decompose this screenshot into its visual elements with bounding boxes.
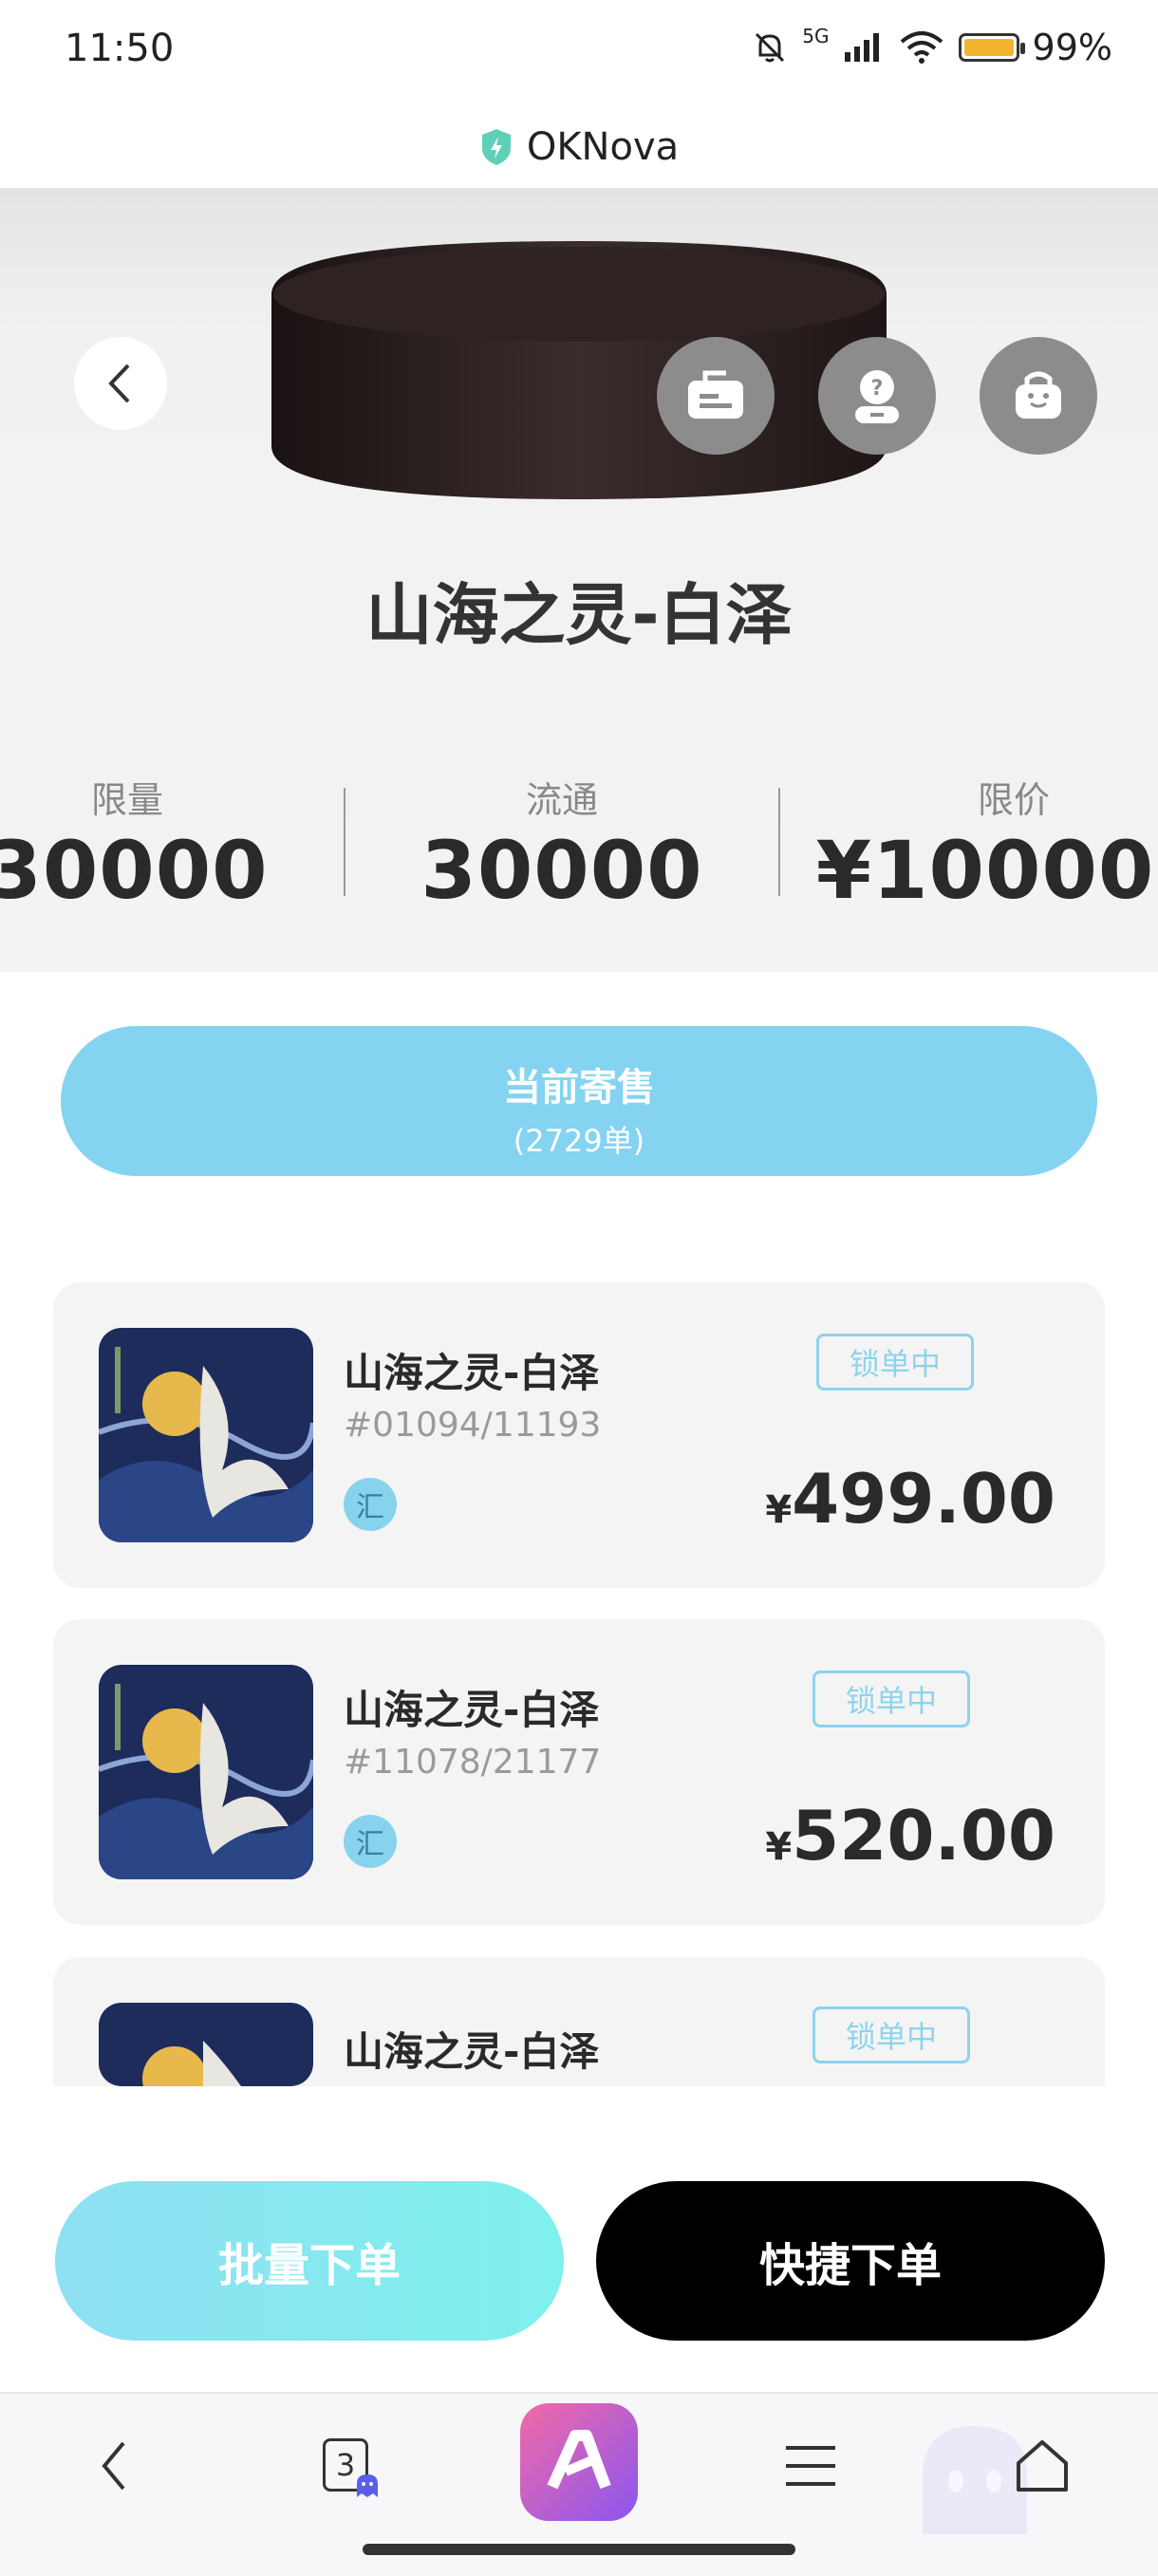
tabs-icon: 3 — [319, 2436, 378, 2497]
network-type: 5G — [802, 25, 830, 47]
product-title: 山海之灵-白泽 — [365, 576, 793, 654]
stat-divider — [778, 788, 780, 896]
browser-back-button[interactable] — [57, 2418, 171, 2513]
shopping-bag-icon — [1016, 371, 1061, 419]
hui-badge: 汇 — [344, 1815, 397, 1868]
home-indicator[interactable] — [363, 2544, 795, 2555]
home-icon — [1017, 2440, 1068, 2492]
current-consignment-tab[interactable]: 当前寄售 (2729单) — [61, 1026, 1097, 1176]
menu-button[interactable] — [754, 2418, 868, 2513]
order-button[interactable] — [657, 337, 775, 455]
product-thumbnail — [99, 2003, 313, 2086]
home-button[interactable] — [985, 2418, 1099, 2513]
chevron-left-icon — [102, 2441, 125, 2491]
ai-assistant-button[interactable] — [520, 2403, 638, 2521]
lock-status-badge: 锁单中 — [816, 1334, 974, 1391]
stat-value-circulation: 30000 — [420, 824, 703, 917]
help-button[interactable]: ? — [818, 337, 936, 455]
wifi-icon — [900, 31, 943, 64]
consignment-title: 当前寄售 — [503, 1066, 655, 1110]
quick-order-button[interactable]: 快捷下单 — [596, 2181, 1105, 2341]
hui-badge: 汇 — [344, 1478, 397, 1531]
ghost-badge-icon — [357, 2474, 378, 2497]
ai-logo-icon — [547, 2430, 611, 2490]
listing-name: 山海之灵-白泽 — [344, 2028, 600, 2075]
stat-divider — [344, 788, 346, 896]
listing-serial: #11078/21177 — [344, 1743, 602, 1782]
listing-serial: #01094/11193 — [344, 1406, 602, 1445]
status-time: 11:50 — [65, 27, 175, 70]
tabs-button[interactable]: 3 — [290, 2418, 404, 2513]
battery-icon — [958, 33, 1025, 62]
price-currency: ¥ — [765, 1825, 793, 1869]
product-thumbnail — [99, 1328, 313, 1542]
site-name: OKNova — [526, 125, 680, 169]
back-button[interactable] — [74, 337, 167, 430]
batch-order-button[interactable]: 批量下单 — [55, 2181, 564, 2341]
stat-label-price-limit: 限价 — [977, 779, 1050, 821]
battery-percent: 99% — [1032, 27, 1112, 68]
shield-icon — [481, 129, 511, 165]
consignment-count: (2729单) — [513, 1123, 645, 1159]
lock-status-badge: 锁单中 — [812, 2007, 970, 2063]
lock-status-badge: 锁单中 — [812, 1671, 970, 1727]
listing-price: ¥499.00 — [765, 1459, 1055, 1539]
stat-value-price-limit: ¥10000 — [815, 824, 1155, 917]
browser-title-bar: OKNova — [0, 106, 1158, 188]
listing-card[interactable]: 山海之灵-白泽 #11078/21177 汇 锁单中 ¥520.00 — [53, 1619, 1105, 1925]
listing-card[interactable]: 山海之灵-白泽 锁单中 — [53, 1957, 1105, 2086]
price-value: 520.00 — [792, 1796, 1055, 1876]
product-artwork — [271, 241, 887, 499]
help-person-icon: ? — [855, 370, 899, 423]
briefcase-icon — [688, 370, 743, 419]
stat-value-limit: 30000 — [0, 824, 269, 917]
listing-price: ¥520.00 — [765, 1796, 1055, 1876]
listing-name: 山海之灵-白泽 — [344, 1687, 600, 1733]
product-thumbnail — [99, 1665, 313, 1879]
status-icons: 5G 99% — [751, 25, 1112, 68]
stat-label-limit: 限量 — [90, 779, 163, 821]
listing-name: 山海之灵-白泽 — [344, 1350, 600, 1396]
shop-button[interactable] — [980, 337, 1097, 455]
mute-bell-icon — [756, 32, 785, 63]
price-currency: ¥ — [765, 1488, 793, 1532]
hamburger-menu-icon — [786, 2446, 835, 2486]
price-value: 499.00 — [792, 1459, 1055, 1539]
stat-label-circulation: 流通 — [525, 779, 598, 821]
svg-text:?: ? — [871, 377, 884, 401]
signal-icon — [844, 33, 879, 62]
listing-card[interactable]: 山海之灵-白泽 #01094/11193 汇 锁单中 ¥499.00 — [53, 1282, 1105, 1588]
chevron-left-icon — [108, 364, 130, 403]
